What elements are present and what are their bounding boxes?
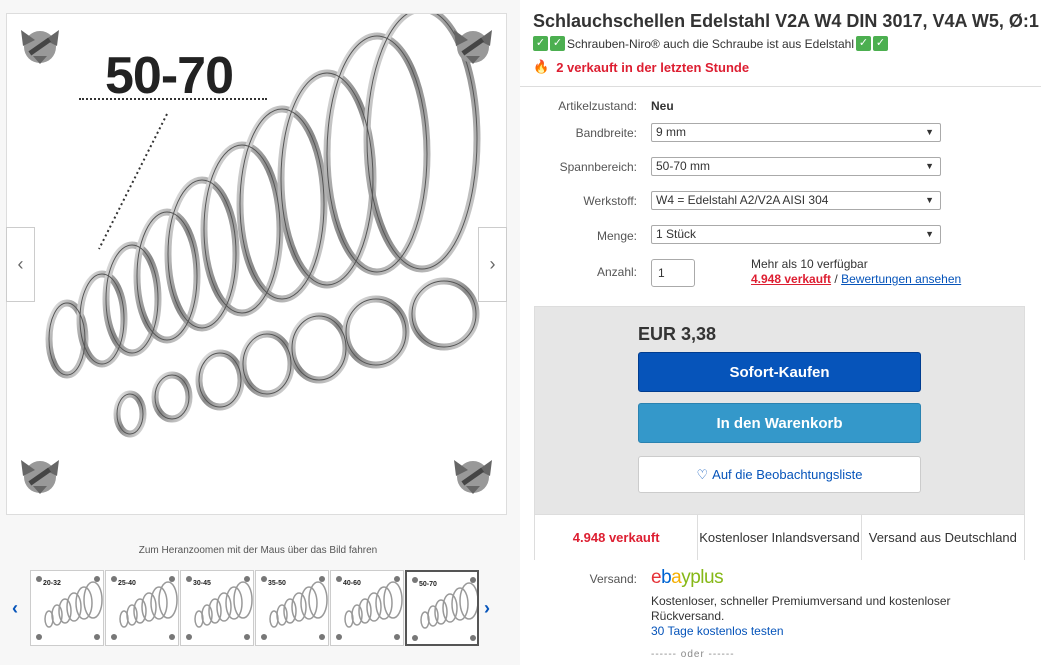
zoom-hint: Zum Heranzoomen mit der Maus über das Bi… bbox=[138, 545, 378, 556]
thumbnail-size-label: 30-45 bbox=[193, 580, 211, 587]
ebay-plus-logo: ebayplus bbox=[651, 567, 724, 588]
free-shipping-stat: Kostenloser Inlandsversand bbox=[698, 515, 862, 560]
screw-icon bbox=[21, 30, 59, 64]
product-subtitle: ✓ ✓ Schrauben-Niro® auch die Schraube is… bbox=[533, 36, 890, 51]
product-details: Schlauchschellen Edelstahl V2A W4 DIN 30… bbox=[520, 0, 1041, 665]
thumbnail[interactable]: 20-32 bbox=[30, 570, 104, 646]
thumbnail-size-label: 50-70 bbox=[419, 581, 437, 588]
thumbnail-clamps-icon bbox=[36, 576, 103, 640]
clamp-range-value: 50-70 mm bbox=[656, 159, 711, 173]
hose-clamps-illustration bbox=[45, 14, 481, 438]
check-icon: ✓ bbox=[533, 36, 548, 51]
flame-icon: 🔥 bbox=[533, 59, 550, 74]
dropdown-arrow-icon: ▼ bbox=[925, 161, 934, 171]
price: EUR 3,38 bbox=[638, 324, 717, 344]
band-width-select[interactable]: 9 mm ▼ bbox=[651, 123, 941, 142]
divider bbox=[520, 86, 1041, 87]
thumbnail-strip: ‹ 20-32 25-40 30-45 35-50 40-60 50-70 › bbox=[10, 570, 505, 648]
check-icon: ✓ bbox=[550, 36, 565, 51]
chevron-right-icon: › bbox=[484, 598, 490, 618]
watchlist-label: Auf die Beobachtungsliste bbox=[712, 467, 863, 482]
thumbnail[interactable]: 35-50 bbox=[255, 570, 329, 646]
separator: / bbox=[834, 272, 838, 286]
amount-input[interactable]: 1 bbox=[651, 259, 695, 287]
ships-from-stat: Versand aus Deutschland bbox=[868, 530, 1017, 545]
chevron-right-icon: › bbox=[489, 254, 496, 274]
add-to-watchlist-button[interactable]: ♡ Auf die Beobachtungsliste bbox=[638, 456, 921, 493]
material-select[interactable]: W4 = Edelstahl A2/V2A AISI 304 ▼ bbox=[651, 191, 941, 210]
thumbnails-prev-button[interactable]: ‹ bbox=[12, 598, 18, 619]
band-width-value: 9 mm bbox=[656, 125, 686, 139]
thumbnail[interactable]: 50-70 bbox=[405, 570, 479, 646]
dropdown-arrow-icon: ▼ bbox=[925, 127, 934, 137]
quantity-label: Menge: bbox=[596, 229, 637, 243]
material-value: W4 = Edelstahl A2/V2A AISI 304 bbox=[656, 193, 829, 207]
next-image-button[interactable]: › bbox=[478, 227, 507, 302]
purchase-stats: 4.948 verkauft Kostenloser Inlandsversan… bbox=[535, 514, 1024, 560]
chevron-left-icon: ‹ bbox=[12, 598, 18, 618]
check-icon: ✓ bbox=[873, 36, 889, 51]
urgency-message: 🔥 2 verkauft in der letzten Stunde bbox=[533, 59, 749, 75]
availability-text: Mehr als 10 verfügbar bbox=[751, 257, 868, 271]
thumbnail[interactable]: 40-60 bbox=[330, 570, 404, 646]
quantity-value: 1 Stück bbox=[656, 227, 697, 241]
main-product-image[interactable]: 50-70 bbox=[6, 13, 507, 515]
sold-count-link[interactable]: 4.948 verkauft bbox=[751, 272, 831, 286]
thumbnail-size-label: 20-32 bbox=[43, 580, 61, 587]
thumbnail-clamps-icon bbox=[412, 577, 477, 641]
dropdown-arrow-icon: ▼ bbox=[925, 195, 934, 205]
condition-label: Artikelzustand: bbox=[558, 99, 637, 113]
amount-label: Anzahl: bbox=[596, 265, 637, 279]
image-gallery: 50-70 ‹ › Zum Heranzoomen mit der Maus ü… bbox=[0, 0, 520, 665]
thumbnail-size-label: 35-50 bbox=[268, 580, 286, 587]
check-icon: ✓ bbox=[856, 36, 872, 51]
trial-link[interactable]: 30 Tage kostenlos testen bbox=[651, 624, 784, 638]
previous-image-button[interactable]: ‹ bbox=[6, 227, 35, 302]
clamp-range-select[interactable]: 50-70 mm ▼ bbox=[651, 157, 941, 176]
clamp-range-label: Spannbereich: bbox=[559, 160, 637, 174]
shipping-label: Versand: bbox=[589, 572, 637, 586]
quantity-select[interactable]: 1 Stück ▼ bbox=[651, 225, 941, 244]
buy-box: EUR 3,38 Sofort-Kaufen In den Warenkorb … bbox=[534, 306, 1025, 560]
dropdown-arrow-icon: ▼ bbox=[925, 229, 934, 239]
thumbnail-clamps-icon bbox=[336, 576, 403, 640]
product-title: Schlauchschellen Edelstahl V2A W4 DIN 30… bbox=[533, 11, 1039, 31]
band-width-label: Bandbreite: bbox=[575, 126, 637, 140]
material-label: Werkstoff: bbox=[583, 194, 637, 208]
thumbnail-size-label: 25-40 bbox=[118, 580, 136, 587]
thumbnail[interactable]: 25-40 bbox=[105, 570, 179, 646]
thumbnail-clamps-icon bbox=[261, 576, 328, 640]
heart-icon: ♡ bbox=[696, 466, 709, 482]
thumbnail-clamps-icon bbox=[111, 576, 178, 640]
thumbnails-next-button[interactable]: › bbox=[484, 598, 490, 619]
screw-icon bbox=[454, 460, 492, 494]
size-label: 50-70 bbox=[105, 47, 234, 105]
screw-icon bbox=[21, 460, 59, 494]
subtitle-text: Schrauben-Niro® auch die Schraube ist au… bbox=[567, 36, 855, 51]
screw-icon bbox=[454, 30, 492, 64]
or-divider: ------ oder ------ bbox=[651, 649, 735, 660]
shipping-description: Kostenloser, schneller Premiumversand un… bbox=[651, 594, 951, 623]
urgency-text: 2 verkauft in der letzten Stunde bbox=[556, 59, 750, 75]
availability-info: Mehr als 10 verfügbar 4.948 verkauft / B… bbox=[751, 257, 961, 287]
sold-stat: 4.948 verkauft bbox=[535, 515, 699, 560]
thumbnail[interactable]: 30-45 bbox=[180, 570, 254, 646]
thumbnail-clamps-icon bbox=[186, 576, 253, 640]
reviews-link[interactable]: Bewertungen ansehen bbox=[841, 272, 961, 286]
chevron-left-icon: ‹ bbox=[17, 254, 24, 274]
buy-now-button[interactable]: Sofort-Kaufen bbox=[638, 352, 921, 392]
condition-value: Neu bbox=[651, 99, 674, 113]
thumbnail-size-label: 40-60 bbox=[343, 580, 361, 587]
add-to-cart-button[interactable]: In den Warenkorb bbox=[638, 403, 921, 443]
